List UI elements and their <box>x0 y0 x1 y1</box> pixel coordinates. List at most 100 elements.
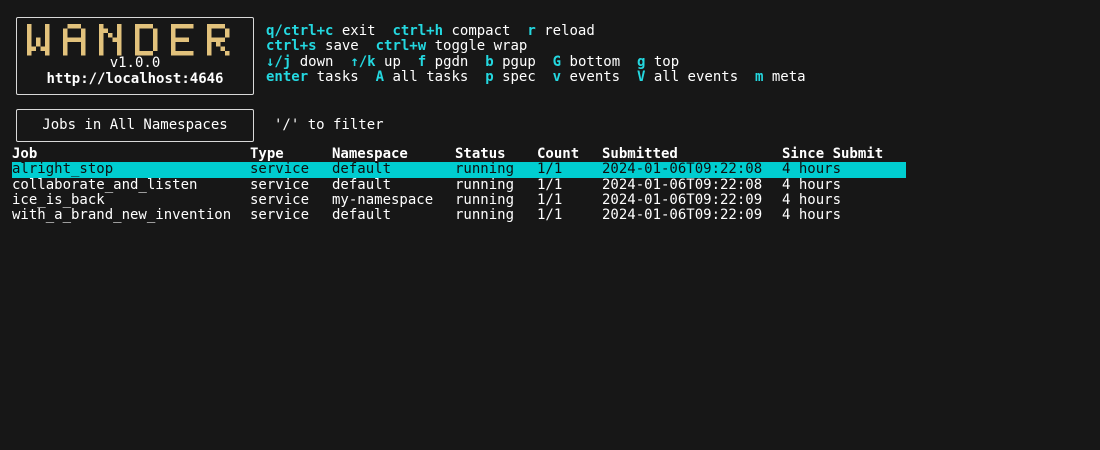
key-pgdn[interactable]: f <box>418 54 426 70</box>
logo-pixel <box>225 28 230 33</box>
column-header-type: Type <box>250 146 284 162</box>
logo-pixel <box>211 24 216 29</box>
logo-pixel <box>40 46 45 51</box>
table-header: Job Type Namespace Status Count Submitte… <box>12 146 906 162</box>
logo-pixel <box>175 24 180 29</box>
server-url: http://localhost:4646 <box>46 71 224 87</box>
logo-pixel <box>153 33 158 38</box>
key-all-tasks-desc: all tasks <box>392 68 469 85</box>
keybinding-help: q/ctrl+c exit ctrl+h compact r reload ct… <box>266 23 806 85</box>
filter-hint: '/' to filter <box>274 117 384 133</box>
table-row[interactable]: ice_is_back service my-namespace running… <box>12 191 906 208</box>
logo-pixel <box>112 37 117 42</box>
key-reload[interactable]: r <box>527 23 535 39</box>
logo-pixel <box>180 37 185 42</box>
key-pgup[interactable]: b <box>485 54 493 70</box>
logo-pixel <box>76 24 81 29</box>
key-save[interactable]: ctrl+s <box>266 38 317 54</box>
logo-pixel <box>180 24 185 29</box>
logo-pixel <box>207 51 212 56</box>
logo-pixel <box>207 42 212 47</box>
job-submitted: 2024-01-06T09:22:09 <box>602 191 763 208</box>
logo-pixel <box>117 24 122 29</box>
key-tasks[interactable]: enter <box>266 69 308 85</box>
logo-pixel <box>27 28 32 33</box>
logo-pixel <box>139 24 144 29</box>
logo-pixel <box>153 28 158 33</box>
job-submitted: 2024-01-06T09:22:08 <box>602 176 763 193</box>
logo-pixel <box>117 37 122 42</box>
logo-pixel <box>108 33 113 38</box>
logo-pixel <box>153 46 158 51</box>
logo-pixel <box>81 46 86 51</box>
logo-pixel <box>27 42 32 47</box>
logo-pixel <box>189 24 194 29</box>
job-count: 1/1 <box>537 191 563 208</box>
logo-pixel <box>171 37 176 42</box>
key-bottom-desc: bottom <box>569 53 621 70</box>
logo-pixel <box>81 33 86 38</box>
logo-pixel <box>207 46 212 51</box>
logo-pixel <box>103 28 108 33</box>
logo-pixel <box>45 28 50 33</box>
key-events[interactable]: v <box>553 69 561 85</box>
app-version: v1.0.0 <box>109 55 161 71</box>
logo-pixel <box>220 24 225 29</box>
job-submitted: 2024-01-06T09:22:09 <box>602 207 763 224</box>
key-down-desc: down <box>299 53 334 70</box>
key-compact[interactable]: ctrl+h <box>392 23 443 39</box>
view-title: Jobs in All Namespaces <box>16 109 254 142</box>
table-row-selected[interactable]: alright_stop service default running 1/1… <box>12 161 906 178</box>
job-since-submit: 4 hours <box>782 191 842 208</box>
logo-pixel <box>67 37 72 42</box>
job-name: with_a_brand_new_invention <box>12 207 232 224</box>
logo-pixel <box>175 37 180 42</box>
logo-pixel <box>171 42 176 47</box>
keybinding-row: ↓/j down ↑/k up f pgdn b pgup G bottom g… <box>266 53 806 70</box>
key-spec-desc: spec <box>502 68 536 85</box>
key-all-events-desc: all events <box>653 68 739 85</box>
logo-pixel <box>171 33 176 38</box>
key-quit[interactable]: q/ctrl+c <box>266 23 333 39</box>
logo-pixel <box>45 42 50 47</box>
logo-pixel <box>36 37 41 42</box>
logo-pixel <box>27 46 32 51</box>
key-save-desc: save <box>325 38 359 55</box>
key-down[interactable]: ↓/j <box>266 54 291 70</box>
logo-pixel <box>72 24 77 29</box>
logo-pixel <box>27 51 32 56</box>
column-header-namespace: Namespace <box>332 146 408 162</box>
logo-pixel <box>184 51 189 56</box>
key-up[interactable]: ↑/k <box>350 54 375 70</box>
key-bottom[interactable]: G <box>553 54 561 70</box>
key-toggle-wrap[interactable]: ctrl+w <box>376 38 427 54</box>
logo-pixel <box>184 24 189 29</box>
logo-pixel <box>207 37 212 42</box>
logo-pixel <box>184 37 189 42</box>
logo-pixel <box>135 24 140 29</box>
job-submitted: 2024-01-06T09:22:08 <box>602 161 763 178</box>
logo-pixel <box>153 37 158 42</box>
key-spec[interactable]: p <box>485 69 493 85</box>
job-namespace: default <box>332 161 392 178</box>
job-count: 1/1 <box>537 161 563 178</box>
logo-pixel <box>63 33 68 38</box>
logo-pixel <box>45 24 50 29</box>
logo-pixel <box>135 37 140 42</box>
logo-pixel <box>207 33 212 38</box>
logo-pixel <box>220 37 225 42</box>
logo-pixel <box>135 33 140 38</box>
logo-pixel <box>31 46 36 51</box>
key-all-tasks[interactable]: A <box>376 69 384 85</box>
logo-pixel <box>63 37 68 42</box>
key-tasks-desc: tasks <box>316 68 359 85</box>
job-name: ice_is_back <box>12 191 105 208</box>
table-row[interactable]: collaborate_and_listen service default r… <box>12 176 906 193</box>
job-count: 1/1 <box>537 176 563 193</box>
logo-pixel <box>171 28 176 33</box>
key-up-desc: up <box>384 53 401 70</box>
job-namespace: my-namespace <box>332 191 434 208</box>
table-row[interactable]: with_a_brand_new_invention service defau… <box>12 207 906 224</box>
job-status: running <box>455 161 515 178</box>
column-header-count: Count <box>537 146 580 162</box>
